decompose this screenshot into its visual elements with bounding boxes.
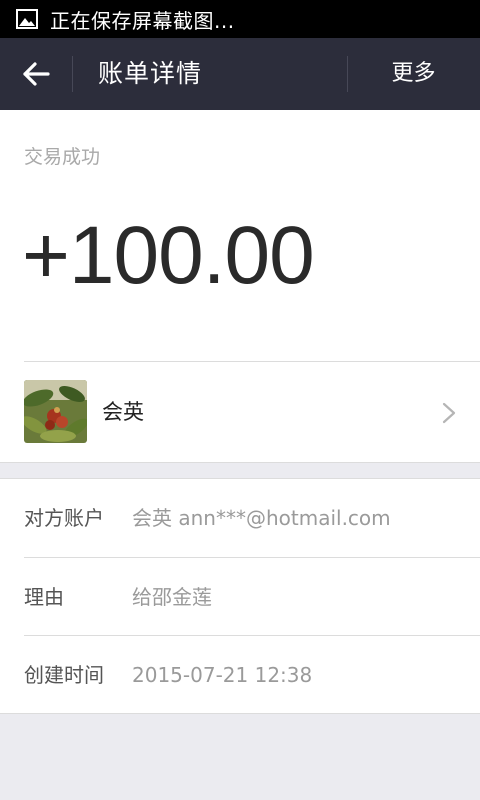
detail-label: 创建时间 — [24, 663, 104, 687]
back-button[interactable] — [0, 38, 72, 110]
detail-row-reason: 理由 给邵金莲 — [0, 558, 480, 636]
detail-row-created-time: 创建时间 2015-07-21 12:38 — [0, 636, 480, 714]
status-bar: 正在保存屏幕截图... — [0, 0, 480, 38]
detail-label: 对方账户 — [24, 506, 104, 530]
transaction-summary: 交易成功 +100.00 会英 — [0, 110, 480, 462]
status-notification-text: 正在保存屏幕截图... — [50, 8, 235, 33]
detail-value: 给邵金莲 — [132, 585, 212, 609]
payer-row[interactable]: 会英 — [0, 362, 480, 462]
header-bar: 账单详情 更多 — [0, 38, 480, 110]
detail-value: 会英 ann***@hotmail.com — [132, 506, 391, 530]
transaction-amount: +100.00 — [22, 210, 315, 301]
transaction-status: 交易成功 — [24, 146, 101, 168]
detail-value: 2015-07-21 12:38 — [132, 663, 313, 687]
image-icon — [16, 9, 38, 29]
avatar — [24, 380, 87, 443]
detail-label: 理由 — [24, 585, 64, 609]
detail-row-account: 对方账户 会英 ann***@hotmail.com — [0, 479, 480, 557]
payer-name: 会英 — [102, 400, 144, 424]
divider — [0, 462, 480, 463]
header-divider — [72, 56, 73, 92]
more-button[interactable]: 更多 — [347, 38, 480, 110]
transaction-details: 对方账户 会英 ann***@hotmail.com 理由 给邵金莲 创建时间 … — [0, 478, 480, 714]
arrow-left-icon — [23, 62, 50, 86]
chevron-right-icon — [442, 402, 456, 424]
page-title: 账单详情 — [98, 59, 203, 88]
avatar-photo — [24, 380, 87, 443]
